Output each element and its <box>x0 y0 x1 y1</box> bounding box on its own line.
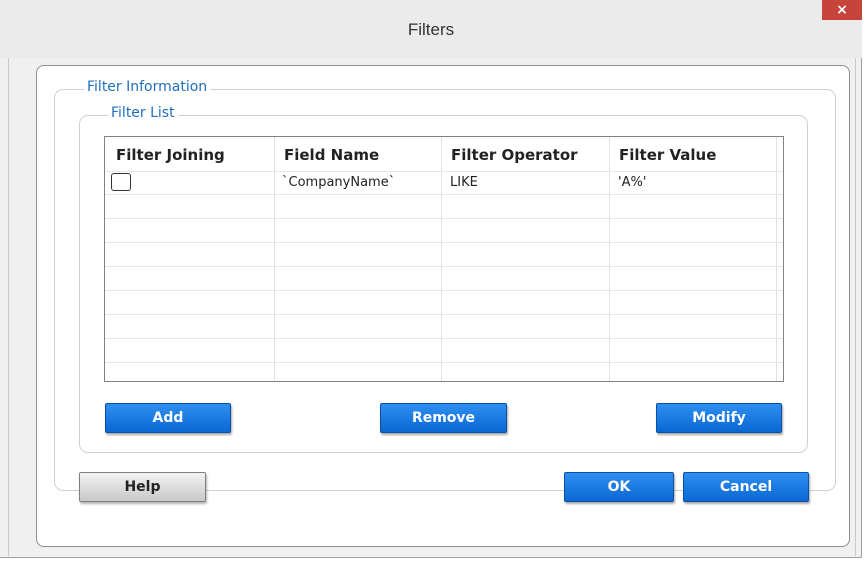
row-divider <box>105 266 783 267</box>
filter-information-legend: Filter Information <box>84 79 211 95</box>
column-header-field-name[interactable]: Field Name <box>273 137 441 171</box>
close-button[interactable]: × <box>822 0 862 20</box>
row-divider <box>105 218 783 219</box>
help-button[interactable]: Help <box>79 472 206 502</box>
column-divider <box>776 137 777 381</box>
filter-joining-checkbox[interactable] <box>111 173 131 191</box>
row-divider <box>105 362 783 363</box>
row-divider <box>105 171 783 172</box>
column-divider <box>274 137 275 381</box>
window-title: Filters <box>407 20 455 39</box>
filter-operator-cell[interactable]: LIKE <box>450 175 478 190</box>
row-divider <box>105 290 783 291</box>
close-icon: × <box>836 2 848 18</box>
cancel-button[interactable]: Cancel <box>683 472 809 502</box>
column-header-filter-joining[interactable]: Filter Joining <box>105 137 275 171</box>
filter-list-legend: Filter List <box>108 105 178 121</box>
column-header-filter-value[interactable]: Filter Value <box>608 137 776 171</box>
filter-table: Filter Joining Field Name Filter Operato… <box>104 136 784 382</box>
column-divider <box>609 137 610 381</box>
row-divider <box>105 242 783 243</box>
column-header-filter-operator[interactable]: Filter Operator <box>440 137 608 171</box>
add-button[interactable]: Add <box>105 403 231 433</box>
column-divider <box>441 137 442 381</box>
row-divider <box>105 194 783 195</box>
field-name-cell[interactable]: `CompanyName` <box>282 175 395 190</box>
filter-value-cell[interactable]: 'A%' <box>618 175 646 190</box>
ok-button[interactable]: OK <box>564 472 674 502</box>
title-bar[interactable]: Filters × <box>0 0 862 58</box>
modify-button[interactable]: Modify <box>656 403 782 433</box>
remove-button[interactable]: Remove <box>380 403 507 433</box>
row-divider <box>105 314 783 315</box>
row-divider <box>105 338 783 339</box>
